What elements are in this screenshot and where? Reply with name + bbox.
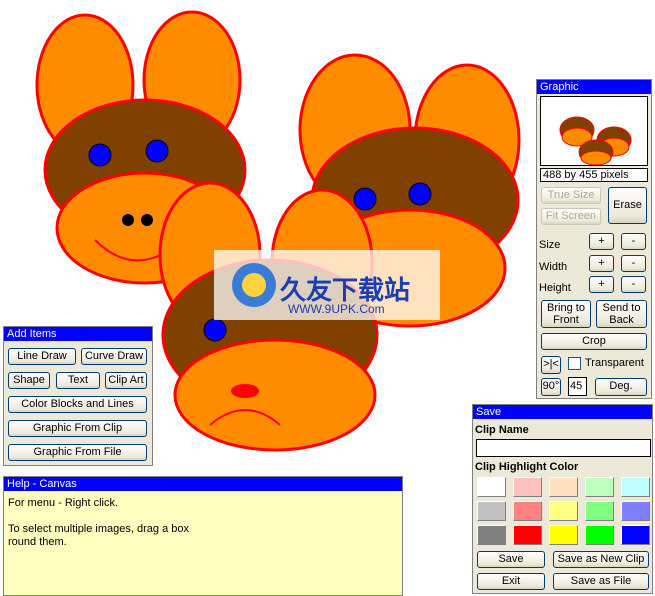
clip-name-input[interactable] — [476, 439, 651, 457]
help-text: For menu - Right click. — [8, 497, 119, 509]
size-label: Size — [539, 239, 561, 251]
highlight-color-swatch[interactable] — [585, 501, 614, 521]
panel-title: Graphic — [537, 80, 651, 94]
watermark-url: WWW.9UPK.Com — [288, 302, 385, 316]
highlight-color-swatch[interactable] — [621, 477, 650, 497]
highlight-color-swatch[interactable] — [549, 525, 578, 545]
size-plus-button[interactable]: + — [589, 233, 614, 250]
graphic-panel: Graphic 488 by 455 pixels True Size Fit … — [536, 79, 652, 399]
rotate-90-button[interactable]: 90° — [541, 378, 561, 396]
curve-draw-button[interactable]: Curve Draw — [81, 348, 147, 365]
clip-name-label: Clip Name — [475, 424, 529, 436]
highlight-color-swatch[interactable] — [585, 477, 614, 497]
highlight-color-swatch[interactable] — [477, 501, 506, 521]
highlight-color-swatch[interactable] — [513, 501, 542, 521]
height-plus-button[interactable]: + — [589, 276, 614, 293]
highlight-color-label: Clip Highlight Color — [475, 461, 579, 473]
transparent-label: Transparent — [585, 357, 644, 369]
width-plus-button[interactable]: + — [589, 255, 614, 272]
save-as-new-clip-button[interactable]: Save as New Clip — [553, 551, 649, 568]
width-label: Width — [539, 261, 568, 273]
highlight-color-swatch[interactable] — [621, 501, 650, 521]
crop-button[interactable]: Crop — [541, 333, 647, 350]
height-minus-button[interactable]: - — [621, 276, 646, 293]
help-text: To select multiple images, drag a box — [8, 523, 189, 535]
color-blocks-button[interactable]: Color Blocks and Lines — [8, 396, 147, 413]
fit-screen-button[interactable]: Fit Screen — [541, 208, 601, 225]
highlight-color-swatch[interactable] — [477, 477, 506, 497]
deg-button[interactable]: Deg. — [595, 378, 647, 396]
transparent-checkbox[interactable] — [568, 357, 581, 370]
text-button[interactable]: Text — [56, 372, 100, 389]
highlight-color-swatch[interactable] — [513, 525, 542, 545]
help-panel: Help - Canvas For menu - Right click. To… — [3, 476, 403, 596]
watermark: 久友下载站 WWW.9UPK.Com — [214, 250, 440, 320]
panel-title: Add Items — [4, 327, 152, 341]
graphic-preview — [540, 96, 648, 166]
panel-title: Help - Canvas — [4, 477, 402, 491]
flip-button[interactable]: >|< — [541, 356, 561, 374]
shape-button[interactable]: Shape — [8, 372, 50, 389]
graphic-from-file-button[interactable]: Graphic From File — [8, 444, 147, 461]
erase-button[interactable]: Erase — [608, 187, 647, 224]
line-draw-button[interactable]: Line Draw — [8, 348, 76, 365]
save-as-file-button[interactable]: Save as File — [553, 573, 649, 590]
true-size-button[interactable]: True Size — [541, 187, 601, 204]
watermark-logo-icon — [232, 263, 276, 307]
save-button[interactable]: Save — [477, 551, 545, 568]
exit-button[interactable]: Exit — [477, 573, 545, 590]
add-items-panel: Add Items Line Draw Curve Draw Shape Tex… — [3, 326, 153, 466]
highlight-color-swatch[interactable] — [585, 525, 614, 545]
highlight-color-swatch[interactable] — [621, 525, 650, 545]
highlight-color-swatch[interactable] — [477, 525, 506, 545]
clip-art-button[interactable]: Clip Art — [105, 372, 147, 389]
degrees-input[interactable]: 45 — [568, 377, 587, 396]
width-minus-button[interactable]: - — [621, 255, 646, 272]
panel-title: Save — [473, 405, 652, 419]
help-text: round them. — [8, 536, 67, 548]
size-minus-button[interactable]: - — [621, 233, 646, 250]
graphic-from-clip-button[interactable]: Graphic From Clip — [8, 420, 147, 437]
highlight-color-swatch[interactable] — [513, 477, 542, 497]
bring-to-front-button[interactable]: Bring to Front — [541, 300, 591, 328]
highlight-color-swatch[interactable] — [549, 501, 578, 521]
highlight-color-swatch[interactable] — [549, 477, 578, 497]
graphic-size-readout: 488 by 455 pixels — [540, 168, 648, 182]
send-to-back-button[interactable]: Send to Back — [596, 300, 647, 328]
height-label: Height — [539, 282, 571, 294]
save-panel: Save Clip Name Clip Highlight Color Save… — [472, 404, 653, 594]
